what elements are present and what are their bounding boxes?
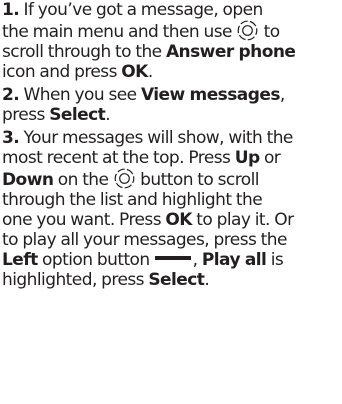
up-label: Up	[234, 148, 260, 168]
step-3-line-5: one you want. Press OK to play it. Or	[2, 210, 294, 230]
play-all-label: Play all	[201, 250, 267, 270]
step-3: 3. Your messages will show, with the mos…	[2, 128, 342, 290]
step-2-number: 2.	[2, 85, 20, 105]
step-2-line-2: press Select.	[2, 105, 111, 125]
step-2: 2. When you see View messages, press Sel…	[2, 85, 342, 125]
step-1: 1. If you’ve got a message, open the mai…	[2, 0, 342, 82]
step-3-line-4: through the list and highlight the	[2, 190, 263, 210]
step-2-line-1: 2. When you see View messages,	[2, 85, 285, 105]
step-1-line-2: the main menu and then use to	[2, 20, 280, 42]
left-option-button-icon	[154, 256, 191, 260]
step-3-line-7: Left option button, Play all is	[2, 250, 284, 270]
step-3-line-1: 3. Your messages will show, with the	[2, 128, 293, 148]
step-1-line-1: 1. If you’ve got a message, open	[2, 0, 263, 20]
down-label: Down	[2, 170, 54, 190]
view-messages-label: View messages	[140, 85, 281, 105]
select-label: Select	[49, 105, 106, 125]
step-3-line-8: highlighted, press Select.	[2, 270, 210, 290]
step-1-number: 1.	[2, 0, 20, 20]
step-1-line-3: scroll through to the Answer phone	[2, 42, 296, 62]
select-label: Select	[148, 270, 205, 290]
step-3-line-3: Down on the button to scroll	[2, 168, 260, 190]
instructions: 1. If you’ve got a message, open the mai…	[0, 0, 342, 404]
step-3-line-6: to play all your messages, press the	[2, 230, 287, 250]
navigation-key-icon	[237, 20, 258, 41]
step-1-line-4: icon and press OK.	[2, 62, 153, 82]
ok-label: OK	[165, 210, 192, 230]
left-label: Left	[2, 250, 38, 270]
navigation-key-icon	[114, 168, 135, 189]
step-3-line-2: most recent at the top. Press Up or	[2, 148, 281, 168]
answer-phone-label: Answer phone	[165, 42, 296, 62]
step-3-number: 3.	[2, 128, 20, 148]
ok-label: OK	[121, 62, 148, 82]
